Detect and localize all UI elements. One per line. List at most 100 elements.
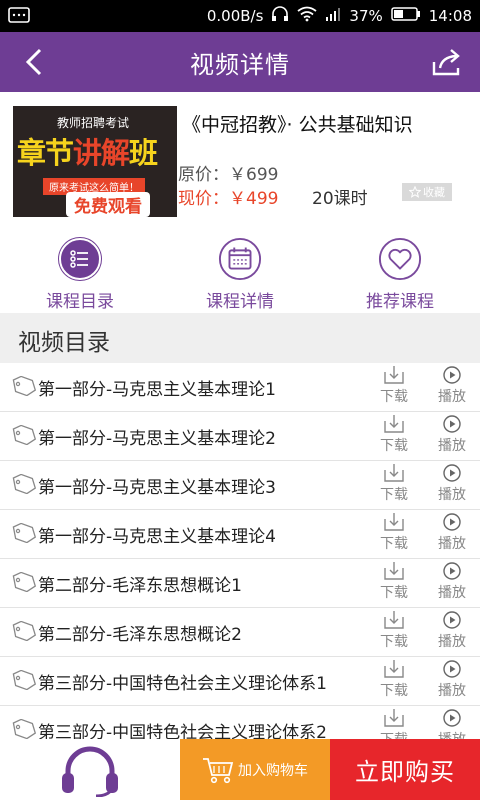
customer-service-button[interactable] (58, 745, 122, 798)
add-to-cart-button[interactable]: 加入购物车 (180, 739, 330, 800)
list-icon (58, 237, 102, 281)
buy-now-button[interactable]: 立即购买 (330, 739, 480, 800)
play-button[interactable]: 播放 (433, 561, 471, 605)
play-icon (443, 513, 461, 531)
video-title: 第一部分-马克思主义基本理论3 (38, 478, 276, 498)
favorite-button[interactable]: 收藏 (402, 183, 452, 201)
play-label: 播放 (438, 438, 466, 454)
tag-icon (12, 425, 37, 445)
chevron-left-icon (25, 48, 42, 76)
course-title: 《中冠招教》· 公共基础知识 (182, 114, 413, 136)
download-button[interactable]: 下载 (375, 512, 413, 556)
play-button[interactable]: 播放 (433, 512, 471, 556)
download-button[interactable]: 下载 (375, 708, 413, 739)
share-button[interactable] (430, 46, 464, 80)
play-button[interactable]: 播放 (433, 365, 471, 409)
notification-icon (8, 6, 30, 28)
play-button[interactable]: 播放 (433, 708, 471, 739)
download-icon (384, 709, 404, 727)
star-icon (409, 186, 421, 198)
section-header: 视频目录 (0, 313, 480, 363)
video-title: 第三部分-中国特色社会主义理论体系1 (38, 674, 327, 694)
download-label: 下载 (380, 634, 408, 650)
play-icon (443, 660, 461, 678)
video-title: 第一部分-马克思主义基本理论1 (38, 380, 276, 400)
video-row[interactable]: 第二部分-毛泽东思想概论1 下载 播放 (0, 559, 480, 608)
add-to-cart-label: 加入购物车 (238, 762, 308, 779)
headset-icon (62, 746, 118, 798)
play-label: 播放 (438, 729, 466, 739)
play-label: 播放 (438, 585, 466, 601)
tab-course-details[interactable]: 课程详情 (160, 227, 320, 313)
download-button[interactable]: 下载 (375, 659, 413, 703)
thumbnail-free-badge: 免费观看 (66, 192, 150, 217)
video-row[interactable]: 第一部分-马克思主义基本理论3 下载 播放 (0, 461, 480, 510)
tag-icon (12, 719, 37, 739)
download-button[interactable]: 下载 (375, 610, 413, 654)
download-label: 下载 (380, 389, 408, 405)
bottom-bar: 加入购物车 立即购买 (0, 739, 480, 800)
video-row[interactable]: 第三部分-中国特色社会主义理论体系2 下载 播放 (0, 706, 480, 739)
shopping-cart-icon (203, 757, 234, 783)
play-icon (443, 464, 461, 482)
course-summary: 教师招聘考试 章节讲解班 原来考试这么简单！ 免费观看 《中冠招教》· 公共基础… (0, 92, 480, 227)
play-label: 播放 (438, 683, 466, 699)
download-button[interactable]: 下载 (375, 365, 413, 409)
video-title: 第一部分-马克思主义基本理论4 (38, 527, 276, 547)
tab-label: 课程详情 (206, 292, 274, 312)
play-icon (443, 709, 461, 727)
thumbnail-caption: 教师招聘考试 (57, 116, 130, 130)
back-button[interactable] (18, 44, 54, 80)
play-icon (443, 562, 461, 580)
play-button[interactable]: 播放 (433, 463, 471, 507)
download-label: 下载 (380, 438, 408, 454)
video-title: 第一部分-马克思主义基本理论2 (38, 429, 276, 449)
share-icon (432, 49, 460, 76)
signal-icon (325, 6, 341, 26)
course-thumbnail[interactable]: 教师招聘考试 章节讲解班 原来考试这么简单！ 免费观看 (13, 106, 177, 217)
video-row[interactable]: 第一部分-马克思主义基本理论2 下载 播放 (0, 412, 480, 461)
play-button[interactable]: 播放 (433, 659, 471, 703)
video-title: 第三部分-中国特色社会主义理论体系2 (38, 723, 327, 739)
section-title: 视频目录 (18, 330, 110, 356)
play-label: 播放 (438, 634, 466, 650)
download-button[interactable]: 下载 (375, 414, 413, 458)
buy-now-label: 立即购买 (355, 758, 455, 786)
download-button[interactable]: 下载 (375, 561, 413, 605)
tag-icon (12, 474, 37, 494)
tag-icon (12, 621, 37, 641)
tab-recommended-courses[interactable]: 推荐课程 (320, 227, 480, 313)
play-label: 播放 (438, 536, 466, 552)
tab-course-catalog[interactable]: 课程目录 (0, 227, 160, 313)
original-price: 原价：￥699 (178, 165, 279, 185)
play-button[interactable]: 播放 (433, 414, 471, 458)
download-icon (384, 366, 404, 384)
thumbnail-headline-part: 班 (129, 136, 158, 170)
download-icon (384, 415, 404, 433)
download-label: 下载 (380, 729, 408, 739)
thumbnail-headline-part: 章节 (17, 136, 74, 170)
video-row[interactable]: 第一部分-马克思主义基本理论4 下载 播放 (0, 510, 480, 559)
battery-level: 37% (349, 7, 383, 25)
play-label: 播放 (438, 487, 466, 503)
download-icon (384, 513, 404, 531)
download-label: 下载 (380, 536, 408, 552)
download-icon (384, 660, 404, 678)
play-icon (443, 366, 461, 384)
favorite-label: 收藏 (423, 186, 445, 199)
video-row[interactable]: 第二部分-毛泽东思想概论2 下载 播放 (0, 608, 480, 657)
video-row[interactable]: 第三部分-中国特色社会主义理论体系1 下载 播放 (0, 657, 480, 706)
thumbnail-headline: 章节讲解班 (17, 130, 158, 172)
download-button[interactable]: 下载 (375, 463, 413, 507)
clock: 14:08 (428, 7, 472, 25)
video-row[interactable]: 第一部分-马克思主义基本理论1 下载 播放 (0, 363, 480, 412)
tab-label: 课程目录 (46, 292, 114, 312)
network-speed: 0.00B/s (206, 7, 264, 25)
play-button[interactable]: 播放 (433, 610, 471, 654)
download-icon (384, 611, 404, 629)
calendar-icon (218, 237, 262, 281)
headphone-icon (271, 6, 289, 26)
video-list[interactable]: 第一部分-马克思主义基本理论1 下载 播放 第一部分-马克思主义基本理论2 下载 播放 第一… (0, 363, 480, 739)
download-label: 下载 (380, 487, 408, 503)
download-icon (384, 464, 404, 482)
